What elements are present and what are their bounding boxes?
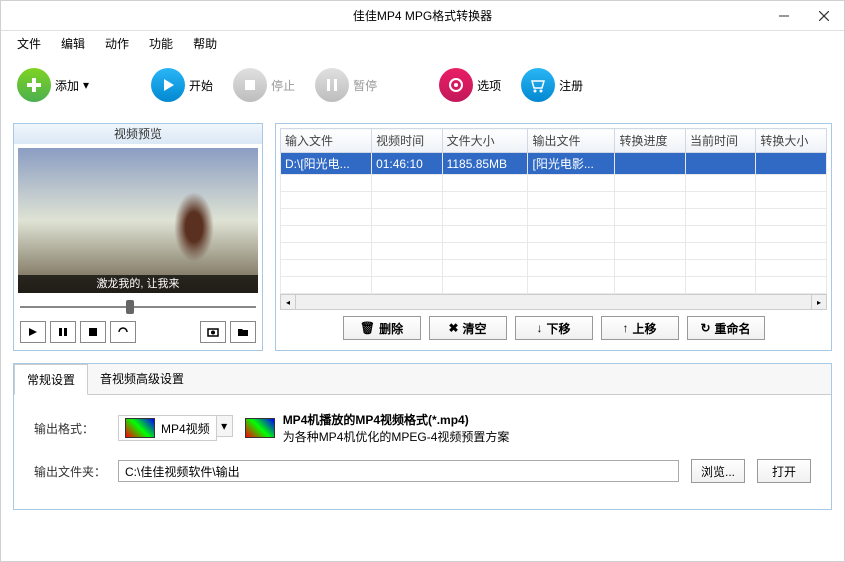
preview-stop-button[interactable] [80,321,106,343]
format-swatch-icon [245,418,275,438]
menu-help[interactable]: 帮助 [185,33,225,54]
trash-icon: 🗑 [360,321,375,335]
x-icon: ✖ [448,321,458,335]
register-label: 注册 [559,77,583,94]
preview-pause-button[interactable] [50,321,76,343]
video-subtitle: 激龙我的, 让我来 [18,275,258,293]
col-size[interactable]: 文件大小 [442,129,528,153]
menu-edit[interactable]: 编辑 [53,33,93,54]
options-label: 选项 [477,77,501,94]
add-label: 添加 [55,77,79,94]
horizontal-scrollbar[interactable]: ◂ ▸ [280,294,827,310]
menubar: 文件 编辑 动作 功能 帮助 [1,31,844,55]
menu-function[interactable]: 功能 [141,33,181,54]
menu-action[interactable]: 动作 [97,33,137,54]
format-value: MP4视频 [161,420,210,437]
table-row[interactable] [281,192,827,209]
start-button[interactable]: 开始 [147,64,217,106]
file-table[interactable]: 输入文件 视频时间 文件大小 输出文件 转换进度 当前时间 转换大小 D:\[阳… [280,128,827,294]
options-button[interactable]: 选项 [435,64,505,106]
video-frame: 激龙我的, 让我来 [18,148,258,293]
format-description: 为各种MP4机优化的MPEG-4视频预置方案 [283,428,510,445]
pause-button[interactable]: 暂停 [311,64,381,106]
pause-icon [315,68,349,102]
add-button[interactable]: 添加 ▾ [13,64,93,106]
tab-advanced[interactable]: 音视频高级设置 [88,364,196,394]
toolbar: 添加 ▾ 开始 停止 暂停 选项 注册 [1,55,844,115]
clear-button[interactable]: ✖清空 [429,316,507,340]
preview-title: 视频预览 [14,124,262,144]
dropdown-arrow-icon: ▾ [83,78,89,92]
table-row[interactable] [281,226,827,243]
menu-file[interactable]: 文件 [9,33,49,54]
format-swatch-icon [125,418,155,438]
tab-general[interactable]: 常规设置 [14,364,88,395]
scroll-right-icon[interactable]: ▸ [811,294,827,310]
format-dropdown-button[interactable]: ▾ [217,415,233,437]
folder-button[interactable] [230,321,256,343]
close-button[interactable] [804,1,844,31]
start-label: 开始 [189,77,213,94]
snapshot-button[interactable] [200,321,226,343]
format-title: MP4机播放的MP4视频格式(*.mp4) [283,411,510,428]
preview-play-button[interactable] [20,321,46,343]
rename-button[interactable]: ↻重命名 [687,316,765,340]
stop-icon [233,68,267,102]
stop-button[interactable]: 停止 [229,64,299,106]
cart-icon [521,68,555,102]
preview-loop-button[interactable] [110,321,136,343]
move-down-button[interactable]: ↓下移 [515,316,593,340]
minimize-button[interactable] [764,1,804,31]
video-preview[interactable]: 激龙我的, 让我来 [18,148,258,293]
table-row[interactable] [281,175,827,192]
open-folder-button[interactable]: 打开 [757,459,811,483]
stop-label: 停止 [271,77,295,94]
table-row[interactable] [281,277,827,294]
table-row[interactable] [281,243,827,260]
format-label: 输出格式： [34,420,106,437]
output-folder-input[interactable] [118,460,679,482]
gear-icon [439,68,473,102]
register-button[interactable]: 注册 [517,64,587,106]
refresh-icon: ↻ [700,321,710,335]
preview-panel: 视频预览 激龙我的, 让我来 [13,123,263,351]
arrow-up-icon: ↑ [622,321,628,335]
window-title: 佳佳MP4 MPG格式转换器 [353,7,492,24]
file-list-panel: 输入文件 视频时间 文件大小 输出文件 转换进度 当前时间 转换大小 D:\[阳… [275,123,832,351]
col-progress[interactable]: 转换进度 [615,129,685,153]
settings-panel: 常规设置 音视频高级设置 输出格式： MP4视频 ▾ MP4机播放的MP4视频格… [13,363,832,510]
col-output[interactable]: 输出文件 [528,129,615,153]
table-row[interactable] [281,260,827,277]
col-cursize[interactable]: 转换大小 [756,129,827,153]
scroll-left-icon[interactable]: ◂ [280,294,296,310]
col-input[interactable]: 输入文件 [281,129,372,153]
format-selector[interactable]: MP4视频 [118,415,217,441]
table-row[interactable]: D:\[阳光电... 01:46:10 1185.85MB [阳光电影... [281,153,827,175]
move-up-button[interactable]: ↑上移 [601,316,679,340]
col-curtime[interactable]: 当前时间 [685,129,755,153]
pause-label: 暂停 [353,77,377,94]
browse-button[interactable]: 浏览... [691,459,745,483]
table-row[interactable] [281,209,827,226]
play-icon [151,68,185,102]
delete-button[interactable]: 🗑删除 [343,316,421,340]
folder-label: 输出文件夹： [34,463,106,480]
titlebar: 佳佳MP4 MPG格式转换器 [1,1,844,31]
seek-slider[interactable] [14,297,262,317]
plus-icon [17,68,51,102]
col-time[interactable]: 视频时间 [372,129,442,153]
arrow-down-icon: ↓ [536,321,542,335]
